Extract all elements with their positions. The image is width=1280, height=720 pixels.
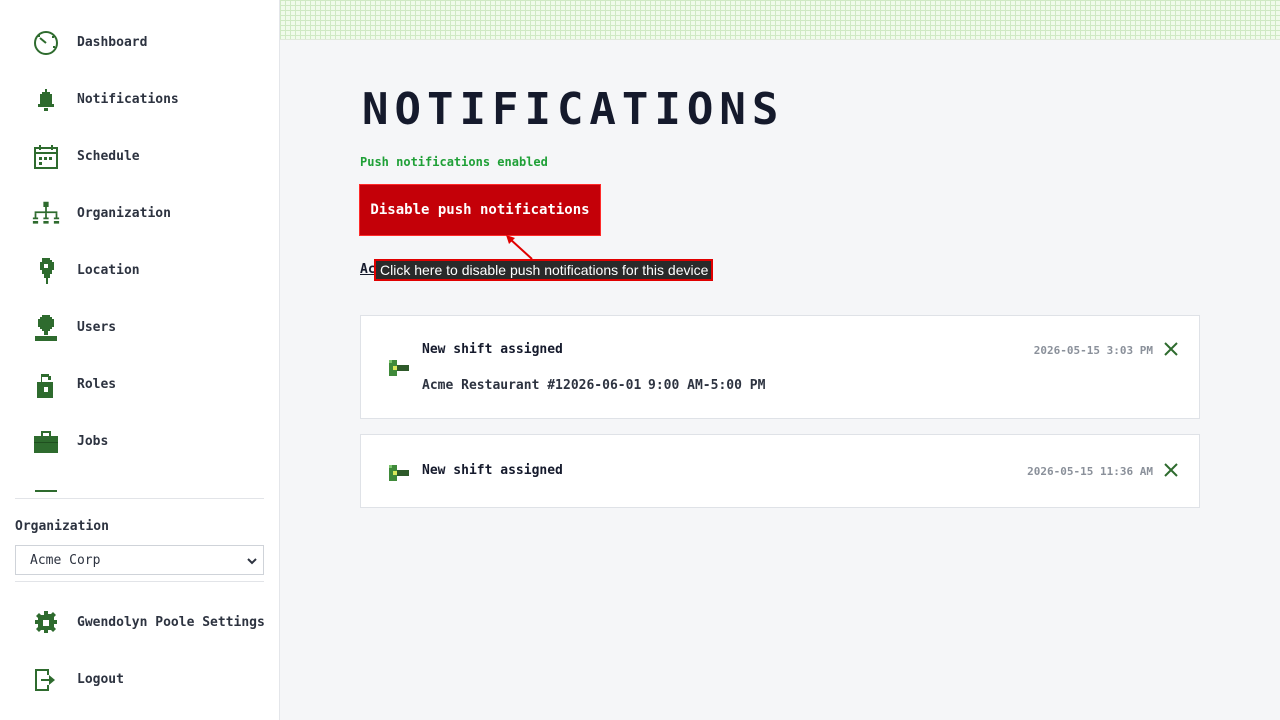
sidebar-item-label: Schedule bbox=[77, 149, 140, 164]
briefcase-icon bbox=[32, 428, 60, 456]
sidebar-item-label: Roles bbox=[77, 377, 117, 392]
location-pin-icon bbox=[32, 257, 60, 285]
sidebar-item-label: Location bbox=[77, 263, 140, 278]
logout-icon bbox=[32, 666, 60, 694]
sidebar-item-label: Notifications bbox=[77, 92, 179, 107]
sidebar-divider bbox=[15, 498, 264, 499]
close-icon[interactable] bbox=[1163, 341, 1179, 357]
lock-icon bbox=[32, 371, 60, 399]
sidebar-item-organization[interactable]: Organization bbox=[0, 185, 280, 242]
page-title: NOTIFICATIONS bbox=[362, 84, 785, 135]
sidebar-item-location[interactable]: Location bbox=[0, 242, 280, 299]
org-select[interactable]: Acme Corp bbox=[15, 545, 264, 575]
notification-location: Acme Restaurant #1 bbox=[422, 378, 563, 393]
sidebar-item-label: Organization bbox=[77, 206, 171, 221]
org-chart-icon bbox=[32, 200, 60, 228]
sidebar-logout[interactable]: Logout bbox=[0, 651, 280, 708]
notification-date: 2026-06-01 bbox=[563, 378, 642, 393]
gear-icon bbox=[32, 609, 60, 637]
sidebar-item-label: Dashboard bbox=[77, 35, 148, 50]
chevron-down-icon bbox=[247, 555, 257, 570]
logout-label: Logout bbox=[77, 672, 124, 687]
tooltip: Click here to disable push notifications… bbox=[374, 259, 713, 281]
disable-push-button[interactable]: Disable push notifications bbox=[359, 184, 601, 236]
sidebar-item-notifications[interactable]: Notifications bbox=[0, 71, 280, 128]
notification-card[interactable]: New shift assigned Acme Restaurant #1 20… bbox=[360, 315, 1200, 419]
user-icon bbox=[32, 314, 60, 342]
sidebar-item-schedule[interactable]: Schedule bbox=[0, 128, 280, 185]
partial-icon bbox=[32, 485, 60, 492]
notification-timestamp: 2026-05-15 3:03 PM bbox=[1033, 344, 1153, 357]
bell-icon bbox=[32, 86, 60, 114]
sidebar-settings[interactable]: Gwendolyn Poole Settings bbox=[0, 594, 280, 651]
notification-card[interactable]: New shift assigned 2026-05-15 11:36 AM bbox=[360, 434, 1200, 508]
settings-label: Gwendolyn Poole Settings bbox=[77, 615, 265, 630]
logout-button[interactable]: Logout bbox=[0, 651, 280, 708]
sidebar-item-roles[interactable]: Roles bbox=[0, 356, 280, 413]
sidebar-item-dashboard[interactable]: Dashboard bbox=[0, 14, 280, 71]
sidebar-item-users[interactable]: Users bbox=[0, 299, 280, 356]
close-icon[interactable] bbox=[1163, 462, 1179, 478]
sidebar-item-label: Users bbox=[77, 320, 117, 335]
sidebar-item-jobs[interactable]: Jobs bbox=[0, 413, 280, 470]
push-status-text: Push notifications enabled bbox=[360, 155, 548, 169]
header-grid-decoration bbox=[280, 0, 1280, 40]
dashboard-icon bbox=[32, 29, 60, 57]
calendar-icon bbox=[32, 143, 60, 171]
org-select-value: Acme Corp bbox=[30, 552, 101, 568]
shift-icon bbox=[389, 465, 409, 485]
notification-title: New shift assigned bbox=[422, 342, 563, 357]
notification-title: New shift assigned bbox=[422, 463, 563, 478]
sidebar-item-label: Jobs bbox=[77, 434, 109, 449]
notification-time-range: 9:00 AM-5:00 PM bbox=[648, 378, 766, 393]
tooltip-arrow bbox=[506, 235, 533, 260]
sidebar-nav: Dashboard Notifications Schedule Organiz… bbox=[0, 14, 280, 492]
org-label: Organization bbox=[15, 519, 109, 534]
sidebar: Dashboard Notifications Schedule Organiz… bbox=[0, 0, 280, 720]
sidebar-divider bbox=[15, 581, 264, 582]
sidebar-item-partial[interactable] bbox=[0, 470, 280, 492]
settings-button[interactable]: Gwendolyn Poole Settings bbox=[0, 594, 280, 651]
shift-icon bbox=[389, 360, 409, 380]
notification-timestamp: 2026-05-15 11:36 AM bbox=[1027, 465, 1153, 478]
